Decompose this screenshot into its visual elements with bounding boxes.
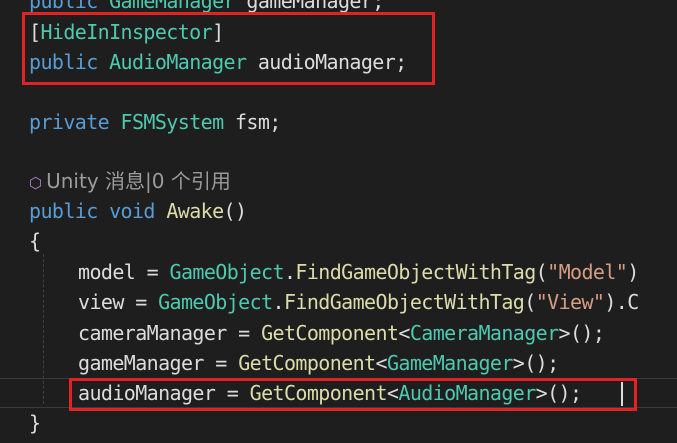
codelens-hint[interactable]: ⬡ Unity 消息|0 个引用 <box>29 166 231 196</box>
paren-open: ( <box>535 260 548 284</box>
assignment: gameManager = <box>78 351 239 375</box>
type-name: CameraManager <box>409 321 559 345</box>
code-editor[interactable]: public GameManager gameManager; [HideInI… <box>0 0 677 443</box>
code-line-awake-signature: public void Awake() <box>29 196 247 226</box>
trailing-code: ).C <box>604 290 639 314</box>
type-name: FSMSystem <box>120 110 225 134</box>
parentheses: () <box>223 199 247 223</box>
assignment: model = <box>78 260 170 284</box>
code-line-close-brace: } <box>29 411 41 435</box>
trailing-code: >(); <box>512 351 559 375</box>
method-name: GetComponent <box>261 321 399 345</box>
dot: . <box>272 290 285 314</box>
generic-open: < <box>398 321 410 345</box>
assignment: cameraManager = <box>78 321 262 345</box>
code-line-gamemanager: gameManager = GetComponent<GameManager>(… <box>78 348 559 378</box>
dot: . <box>283 260 296 284</box>
keyword: void <box>109 199 155 223</box>
method-name: Awake <box>166 199 224 223</box>
paren-open: ( <box>524 290 536 314</box>
type-name: GameObject <box>169 260 285 284</box>
generic-open: < <box>375 351 387 375</box>
code-line-cameramanager: cameraManager = GetComponent<CameraManag… <box>78 318 605 348</box>
code-line-view: view = GameObject.FindGameObjectWithTag(… <box>78 287 639 317</box>
identifier: fsm; <box>234 110 281 134</box>
annotation-box-assignment <box>69 378 637 411</box>
method-name: FindGameObjectWithTag <box>295 260 536 284</box>
type-name: GameObject <box>158 290 273 314</box>
code-line-model: model = GameObject.FindGameObjectWithTag… <box>78 257 639 287</box>
keyword: private <box>29 110 110 134</box>
code-line-open-brace: { <box>29 229 41 253</box>
trailing-code: >(); <box>558 321 605 345</box>
codelens-text[interactable]: Unity 消息|0 个引用 <box>46 169 231 193</box>
string-literal: "View" <box>535 290 605 314</box>
annotation-box-declaration <box>22 12 435 85</box>
unity-message-icon: ⬡ <box>29 174 43 192</box>
assignment: view = <box>78 290 159 314</box>
code-line-fsm-field: private FSMSystem fsm; <box>29 107 281 137</box>
string-literal: "Model" <box>547 260 628 284</box>
method-name: GetComponent <box>238 351 376 375</box>
method-name: FindGameObjectWithTag <box>283 290 525 314</box>
type-name: GameManager <box>386 351 513 375</box>
keyword: public <box>29 199 98 223</box>
trailing-code: ) <box>627 260 639 284</box>
